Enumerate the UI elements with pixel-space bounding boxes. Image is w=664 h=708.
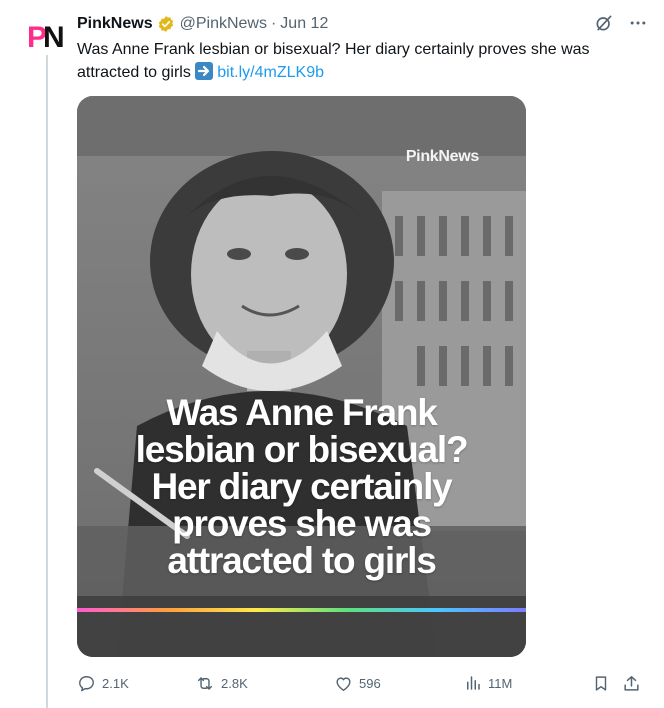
heart-icon [336,676,351,691]
headline-line: proves she was [172,503,432,544]
top-right-icons [594,13,648,38]
headline-line: Was Anne Frank [166,392,438,433]
bookmark-button[interactable] [592,674,622,693]
tweet-media-image[interactable]: PinkNews Was Anne Frank lesbian or bisex… [77,96,526,657]
media-headline: Was Anne Frank lesbian or bisexual? Her … [77,394,526,579]
share-icon [624,675,639,691]
avatar[interactable]: P N [26,15,66,55]
views-button[interactable]: 11M [464,674,592,692]
tweet-text: Was Anne Frank lesbian or bisexual? Her … [77,38,637,84]
reply-button[interactable]: 2.1K [77,674,195,693]
views-chart-icon [467,676,480,690]
like-button[interactable]: 596 [334,674,464,693]
reply-icon [79,675,94,691]
repost-icon [197,676,213,690]
pinknews-watermark: PinkNews [405,148,479,165]
reply-count: 2.1K [102,675,129,691]
author-handle[interactable]: @PinkNews [180,15,267,33]
arrow-right-emoji-icon [195,62,214,80]
tweet-body: Was Anne Frank lesbian or bisexual? Her … [77,41,590,81]
svg-text:N: N [43,21,63,54]
repost-button[interactable]: 2.8K [195,674,334,693]
repost-count: 2.8K [221,675,248,691]
action-bar: 2.1K 2.8K 596 11M [77,672,649,694]
author-name[interactable]: PinkNews [77,15,153,33]
headline-line: lesbian or bisexual? [135,429,469,470]
rainbow-bar [77,608,526,612]
pinknews-logo: P N [26,15,66,55]
tweet-link[interactable]: bit.ly/4mZLK9b [217,64,324,81]
share-button[interactable] [622,674,646,693]
tweet-date[interactable]: Jun 12 [280,15,328,33]
headline-line: Her diary certainly [151,466,452,507]
grok-icon[interactable] [594,13,614,38]
bookmark-icon [595,675,607,691]
views-count: 11M [488,675,513,691]
separator-dot: · [270,15,277,32]
thread-line [46,54,48,708]
verified-badge-icon [157,15,175,33]
headline-line: attracted to girls [167,540,436,581]
tweet-header: PinkNews @PinkNews · Jun 12 [77,14,328,34]
more-options-icon[interactable] [628,13,648,38]
like-count: 596 [359,675,381,691]
